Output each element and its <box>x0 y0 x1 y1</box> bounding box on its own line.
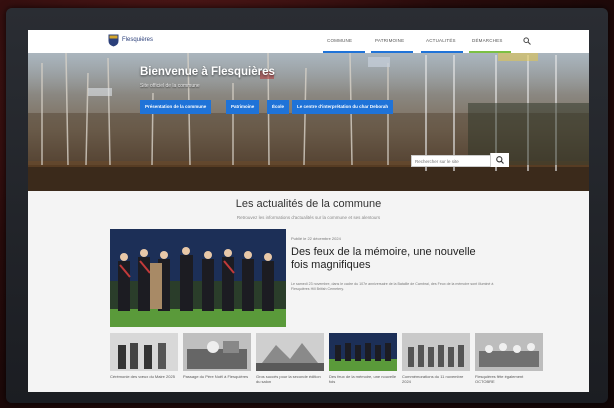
news-card[interactable]: Des feux de la mémoire, une nouvelle foi… <box>329 333 397 384</box>
hero-banner: Bienvenue à Flesquières Site officiel de… <box>28 53 589 191</box>
news-section-subtitle: Retrouvez les informations d'actualités … <box>236 215 381 220</box>
site-search-button[interactable] <box>490 153 509 167</box>
news-card-thumbnail <box>329 333 397 371</box>
site-search-input[interactable] <box>412 156 500 166</box>
news-card[interactable]: Cérémonie des vœux du Maire 2025 <box>110 333 178 379</box>
news-card-thumbnail <box>183 333 251 371</box>
featured-article-excerpt: Le samedi 23 novembre, dans le cadre du … <box>291 282 494 291</box>
commune-crest-icon[interactable] <box>108 34 119 47</box>
news-card-thumbnail <box>475 333 543 371</box>
news-card[interactable]: Gros succès pour la seconde édition du s… <box>256 333 324 384</box>
hero-button-centre-char[interactable]: Le centre d'interprétation du char Debor… <box>292 100 394 114</box>
news-card-thumbnail <box>402 333 470 371</box>
site-header: Flesquières COMMUNE PATRIMOINE ACTUALITÉ… <box>28 30 589 54</box>
browser-screen: Flesquières COMMUNE PATRIMOINE ACTUALITÉ… <box>28 30 589 392</box>
news-card-thumbnail <box>110 333 178 371</box>
search-icon[interactable] <box>523 37 531 45</box>
news-card-caption: Cérémonie des vœux du Maire 2025 <box>110 374 175 379</box>
nav-item-actualites[interactable]: ACTUALITÉS <box>426 38 456 43</box>
featured-article-date: Publié le 22 décembre 2024 <box>291 236 341 241</box>
news-card-caption: Des feux de la mémoire, une nouvelle foi… <box>329 374 397 384</box>
site-name[interactable]: Flesquières <box>122 37 153 43</box>
nav-item-demarches[interactable]: DÉMARCHES <box>472 38 503 43</box>
nav-item-patrimoine[interactable]: PATRIMOINE <box>375 38 404 43</box>
hero-button-patrimoine[interactable]: Patrimoine <box>226 100 260 114</box>
news-card-caption: Commémorations du 11 novembre 2024 <box>402 374 464 384</box>
featured-article-title[interactable]: Des feux de la mémoire, une nouvelle foi… <box>291 246 491 272</box>
news-section-title: Les actualités de la commune <box>235 198 382 210</box>
news-card-caption: Flesquières fête également OCTOBRE <box>475 374 524 384</box>
hero-title: Bienvenue à Flesquières <box>140 66 275 78</box>
hero-photo <box>28 53 589 191</box>
news-card[interactable]: Commémorations du 11 novembre 2024 <box>402 333 470 384</box>
hero-subtitle: Site officiel de la commune <box>140 83 200 89</box>
nav-item-commune[interactable]: COMMUNE <box>327 38 352 43</box>
featured-article-image[interactable] <box>110 229 286 327</box>
news-card-caption: Gros succès pour la seconde édition du s… <box>256 374 321 384</box>
news-card[interactable]: Passage du Père Noël à Flesquières <box>183 333 251 379</box>
news-card-thumbnail <box>256 333 324 371</box>
featured-photo <box>110 229 286 327</box>
hero-button-presentation[interactable]: Présentation de la commune <box>140 100 212 114</box>
search-icon <box>496 156 504 164</box>
news-card[interactable]: Flesquières fête également OCTOBRE <box>475 333 543 384</box>
news-card-caption: Passage du Père Noël à Flesquières <box>183 374 249 379</box>
hero-button-ecole[interactable]: École <box>267 100 290 114</box>
